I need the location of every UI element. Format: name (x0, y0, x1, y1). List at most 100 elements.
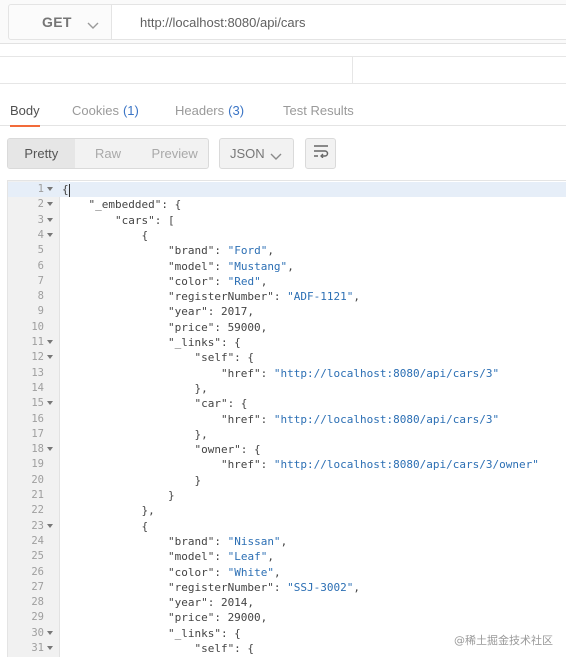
fold-arrow-icon[interactable] (47, 202, 53, 207)
code-text: "href": "http://localhost:8080/api/cars/… (62, 458, 539, 472)
code-line: 8 "registerNumber": "ADF-1121", (8, 289, 566, 304)
line-number: 10 (31, 320, 44, 333)
code-line: 3 "cars": [ (8, 213, 566, 228)
code-line: 17 }, (8, 427, 566, 442)
chevron-down-icon (87, 17, 99, 35)
tab-headers-count: (3) (228, 102, 245, 118)
code-text: "self": { (62, 642, 255, 655)
code-line: 27 "registerNumber": "SSJ-3002", (8, 580, 566, 595)
tab-headers[interactable]: Headers (3) (175, 94, 244, 126)
code-line: 14 }, (8, 381, 566, 396)
line-number: 29 (31, 611, 44, 624)
line-number: 25 (31, 550, 44, 563)
code-text: "registerNumber": "ADF-1121", (62, 290, 361, 304)
pretty-button[interactable]: Pretty (8, 139, 75, 168)
code-text: "model": "Mustang", (62, 259, 294, 273)
fold-arrow-icon[interactable] (47, 340, 53, 344)
fold-arrow-icon[interactable] (47, 630, 53, 635)
code-line: 22 }, (8, 503, 566, 518)
code-text: }, (62, 504, 155, 518)
code-text: "href": "http://localhost:8080/api/cars/… (62, 366, 500, 380)
line-number: 19 (31, 458, 44, 471)
tab-test-results[interactable]: Test Results (283, 94, 354, 126)
line-number: 7 (37, 274, 44, 287)
code-text: "cars": [ (62, 213, 175, 227)
line-number: 1 (37, 183, 44, 195)
line-number: 17 (31, 427, 44, 440)
line-number: 21 (31, 489, 44, 501)
fold-arrow-icon[interactable] (47, 187, 53, 191)
code-text: "model": "Leaf", (62, 550, 274, 564)
code-text: "_embedded": { (62, 198, 182, 212)
line-number: 14 (31, 381, 44, 394)
code-line: 24 "brand": "Nissan", (8, 534, 566, 549)
line-number: 26 (31, 565, 44, 578)
tab-cookies-count: (1) (122, 102, 139, 118)
code-line: 11 "_links": { (8, 335, 566, 350)
divider (352, 57, 353, 84)
code-line: 13 "href": "http://localhost:8080/api/ca… (8, 366, 566, 381)
line-number: 2 (37, 198, 44, 211)
line-number: 3 (37, 213, 44, 226)
fold-arrow-icon[interactable] (47, 401, 53, 406)
wrap-lines-icon (313, 144, 329, 163)
code-text: "_links": { (62, 626, 241, 640)
preview-button[interactable]: Preview (141, 139, 208, 168)
code-line: 25 "model": "Leaf", (8, 549, 566, 564)
code-text: "owner": { (62, 443, 261, 457)
fold-arrow-icon[interactable] (47, 232, 53, 237)
code-text: "car": { (62, 397, 248, 411)
line-number: 18 (31, 443, 44, 456)
url-input[interactable]: http://localhost:8080/api/cars (112, 4, 566, 40)
line-number: 15 (31, 397, 44, 410)
tab-cookies-label: Cookies (72, 102, 119, 118)
line-number: 27 (31, 580, 44, 593)
params-strip (0, 56, 566, 84)
code-line: 5 "brand": "Ford", (8, 243, 566, 258)
line-number: 20 (31, 473, 44, 486)
code-line: 4 { (8, 228, 566, 243)
line-number: 31 (31, 642, 44, 654)
code-line: 21 } (8, 488, 566, 503)
tab-cookies[interactable]: Cookies (1) (72, 94, 139, 126)
fold-arrow-icon[interactable] (47, 447, 53, 452)
line-number: 4 (37, 228, 44, 241)
request-bar: GET http://localhost:8080/api/cars (0, 0, 566, 44)
fold-arrow-icon[interactable] (47, 217, 53, 222)
code-line: 6 "model": "Mustang", (8, 259, 566, 274)
tab-body[interactable]: Body (10, 94, 40, 127)
format-label: JSON (230, 146, 265, 161)
code-line: 2 "_embedded": { (8, 197, 566, 212)
line-number: 30 (31, 626, 44, 639)
code-text: "brand": "Ford", (62, 244, 274, 258)
code-text: "price": 29000, (62, 611, 268, 625)
line-number: 13 (31, 366, 44, 379)
code-line: 7 "color": "Red", (8, 274, 566, 289)
code-text: }, (62, 427, 208, 441)
code-text: "registerNumber": "SSJ-3002", (62, 580, 361, 594)
fold-arrow-icon[interactable] (47, 646, 53, 650)
method-select[interactable]: GET (8, 4, 112, 40)
code-text: } (62, 473, 202, 487)
code-line: 19 "href": "http://localhost:8080/api/ca… (8, 457, 566, 472)
code-text: } (62, 489, 175, 502)
code-line: 10 "price": 59000, (8, 320, 566, 335)
response-body[interactable]: 1{2 "_embedded": {3 "cars": [4 {5 "brand… (7, 180, 566, 657)
raw-button[interactable]: Raw (75, 139, 142, 168)
wrap-lines-button[interactable] (305, 138, 336, 169)
fold-arrow-icon[interactable] (47, 523, 53, 528)
format-select[interactable]: JSON (219, 138, 294, 169)
line-number: 5 (37, 244, 44, 257)
line-number: 24 (31, 534, 44, 547)
code-line: 20 } (8, 473, 566, 488)
fold-arrow-icon[interactable] (47, 355, 53, 360)
line-number: 9 (37, 305, 44, 318)
code-text: "self": { (62, 351, 255, 365)
code-line: 29 "price": 29000, (8, 610, 566, 625)
code-text: { (62, 183, 70, 197)
line-number: 28 (31, 596, 44, 609)
code-line: 15 "car": { (8, 396, 566, 411)
view-mode-group: Pretty Raw Preview (7, 138, 209, 169)
url-text: http://localhost:8080/api/cars (140, 14, 306, 30)
code-text: }, (62, 381, 208, 395)
